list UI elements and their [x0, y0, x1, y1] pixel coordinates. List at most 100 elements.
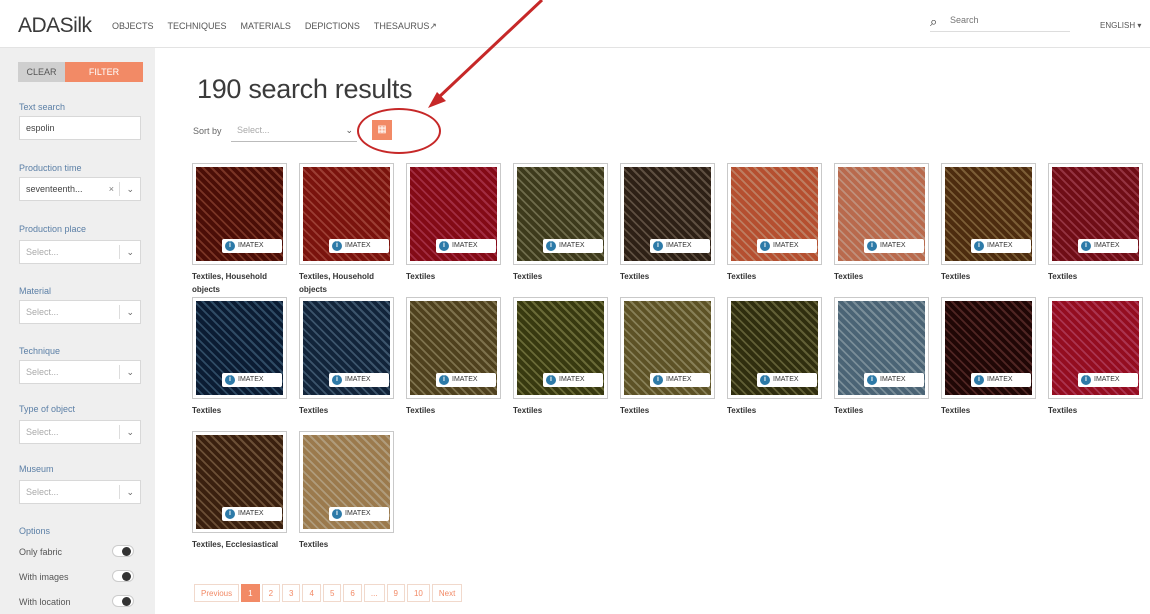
nav-depictions[interactable]: DEPICTIONS: [305, 21, 360, 32]
result-thumbnail[interactable]: IMATEX: [299, 297, 394, 399]
pagination: Previous 1 2 3 4 5 6... 9 10 Next: [194, 584, 464, 602]
result-thumbnail[interactable]: IMATEX: [1048, 297, 1143, 399]
imatex-badge: IMATEX: [329, 507, 389, 521]
nav-techniques[interactable]: TECHNIQUES: [168, 21, 227, 32]
imatex-badge: IMATEX: [543, 239, 603, 253]
page-button[interactable]: 6: [343, 584, 362, 602]
result-thumbnail[interactable]: IMATEX: [299, 163, 394, 265]
search-input[interactable]: [950, 15, 1060, 25]
result-caption[interactable]: Textiles, Ecclesiastical: [192, 538, 292, 551]
museum-select[interactable]: Select... ⌄: [19, 480, 141, 504]
page-button[interactable]: 9: [386, 584, 405, 602]
result-thumbnail[interactable]: IMATEX: [941, 297, 1036, 399]
result-thumbnail[interactable]: IMATEX: [941, 163, 1036, 265]
select-separator: [119, 182, 120, 196]
result-thumbnail[interactable]: IMATEX: [834, 297, 929, 399]
result-thumbnail[interactable]: IMATEX: [192, 297, 287, 399]
nav-thesaurus[interactable]: THESAURUS↗: [374, 21, 437, 32]
top-bar: ADASilk OBJECTS TECHNIQUES MATERIALS DEP…: [0, 0, 1150, 48]
with-location-toggle[interactable]: [112, 595, 134, 607]
production-place-select[interactable]: Select... ⌄: [19, 240, 141, 264]
result-caption[interactable]: Textiles, Household objects: [299, 270, 399, 296]
result-caption[interactable]: Textiles, Household objects: [192, 270, 292, 296]
imatex-badge: IMATEX: [971, 239, 1031, 253]
object-type-label: Type of object: [19, 404, 76, 414]
production-time-select[interactable]: seventeenth... × ⌄: [19, 177, 141, 201]
only-fabric-toggle[interactable]: [112, 545, 134, 557]
page-button[interactable]: 4: [302, 584, 321, 602]
result-thumbnail[interactable]: IMATEX: [192, 431, 287, 533]
technique-placeholder: Select...: [26, 367, 59, 377]
text-search-input[interactable]: espolin: [19, 116, 141, 140]
imatex-badge: IMATEX: [650, 373, 710, 387]
production-place-placeholder: Select...: [26, 247, 59, 257]
result-thumbnail[interactable]: IMATEX: [620, 163, 715, 265]
result-caption[interactable]: Textiles: [406, 404, 506, 417]
search-icon[interactable]: ⌕: [930, 14, 937, 30]
page-button[interactable]: 2: [261, 584, 281, 602]
object-type-select[interactable]: Select... ⌄: [19, 420, 141, 444]
result-caption[interactable]: Textiles: [834, 270, 934, 283]
result-thumbnail[interactable]: IMATEX: [513, 163, 608, 265]
page-title: 190 search results: [197, 74, 413, 104]
site-logo[interactable]: ADASilk: [18, 14, 92, 38]
imatex-badge: IMATEX: [436, 373, 496, 387]
chevron-down-icon[interactable]: ⌄: [126, 241, 134, 263]
page-button[interactable]: 3: [282, 584, 301, 602]
text-search-value: espolin: [26, 123, 55, 133]
chevron-down-icon[interactable]: ⌄: [126, 421, 134, 443]
imatex-badge: IMATEX: [757, 373, 817, 387]
material-label: Material: [19, 286, 52, 296]
result-caption[interactable]: Textiles: [1048, 404, 1148, 417]
nav-objects[interactable]: OBJECTS: [112, 21, 154, 32]
result-caption[interactable]: Textiles: [299, 538, 399, 551]
result-caption[interactable]: Textiles: [406, 270, 506, 283]
result-caption[interactable]: Textiles: [620, 270, 720, 283]
result-thumbnail[interactable]: IMATEX: [1048, 163, 1143, 265]
result-caption[interactable]: Textiles: [941, 270, 1041, 283]
result-thumbnail[interactable]: IMATEX: [192, 163, 287, 265]
page-button[interactable]: 10: [406, 584, 430, 602]
chevron-down-icon[interactable]: ⌄: [126, 301, 134, 323]
material-placeholder: Select...: [26, 307, 59, 317]
result-caption[interactable]: Textiles: [620, 404, 720, 417]
chevron-down-icon[interactable]: ⌄: [126, 481, 134, 503]
next-page-button[interactable]: Next: [431, 584, 463, 602]
result-thumbnail[interactable]: IMATEX: [299, 431, 394, 533]
chevron-down-icon[interactable]: ⌄: [126, 361, 134, 383]
with-images-toggle[interactable]: [112, 570, 134, 582]
clear-button[interactable]: CLEAR: [18, 62, 65, 82]
result-thumbnail[interactable]: IMATEX: [727, 163, 822, 265]
result-caption[interactable]: Textiles: [1048, 270, 1148, 283]
museum-label: Museum: [19, 464, 54, 474]
result-caption[interactable]: Textiles: [834, 404, 934, 417]
sort-placeholder: Select...: [237, 125, 270, 135]
page-button[interactable]: 5: [322, 584, 342, 602]
result-caption[interactable]: Textiles: [299, 404, 399, 417]
result-caption[interactable]: Textiles: [513, 270, 613, 283]
technique-select[interactable]: Select... ⌄: [19, 360, 141, 384]
result-caption[interactable]: Textiles: [192, 404, 292, 417]
result-thumbnail[interactable]: IMATEX: [406, 163, 501, 265]
filter-button[interactable]: FILTER: [65, 62, 143, 82]
result-caption[interactable]: Textiles: [513, 404, 613, 417]
header-search: ⌕: [930, 14, 1070, 32]
language-selector[interactable]: ENGLISH ▾: [1100, 21, 1141, 30]
imatex-badge: IMATEX: [971, 373, 1031, 387]
result-caption[interactable]: Textiles: [727, 404, 827, 417]
sort-select[interactable]: Select... ⌄: [231, 118, 357, 142]
result-thumbnail[interactable]: IMATEX: [620, 297, 715, 399]
page-button[interactable]: 1: [241, 584, 260, 602]
nav-materials[interactable]: MATERIALS: [241, 21, 291, 32]
result-thumbnail[interactable]: IMATEX: [406, 297, 501, 399]
result-thumbnail[interactable]: IMATEX: [834, 163, 929, 265]
clear-icon[interactable]: ×: [109, 178, 114, 200]
result-thumbnail[interactable]: IMATEX: [513, 297, 608, 399]
result-caption[interactable]: Textiles: [941, 404, 1041, 417]
result-thumbnail[interactable]: IMATEX: [727, 297, 822, 399]
result-caption[interactable]: Textiles: [727, 270, 827, 283]
chevron-down-icon[interactable]: ⌄: [126, 178, 134, 200]
technique-label: Technique: [19, 346, 61, 356]
material-select[interactable]: Select... ⌄: [19, 300, 141, 324]
previous-page-button[interactable]: Previous: [194, 584, 240, 602]
